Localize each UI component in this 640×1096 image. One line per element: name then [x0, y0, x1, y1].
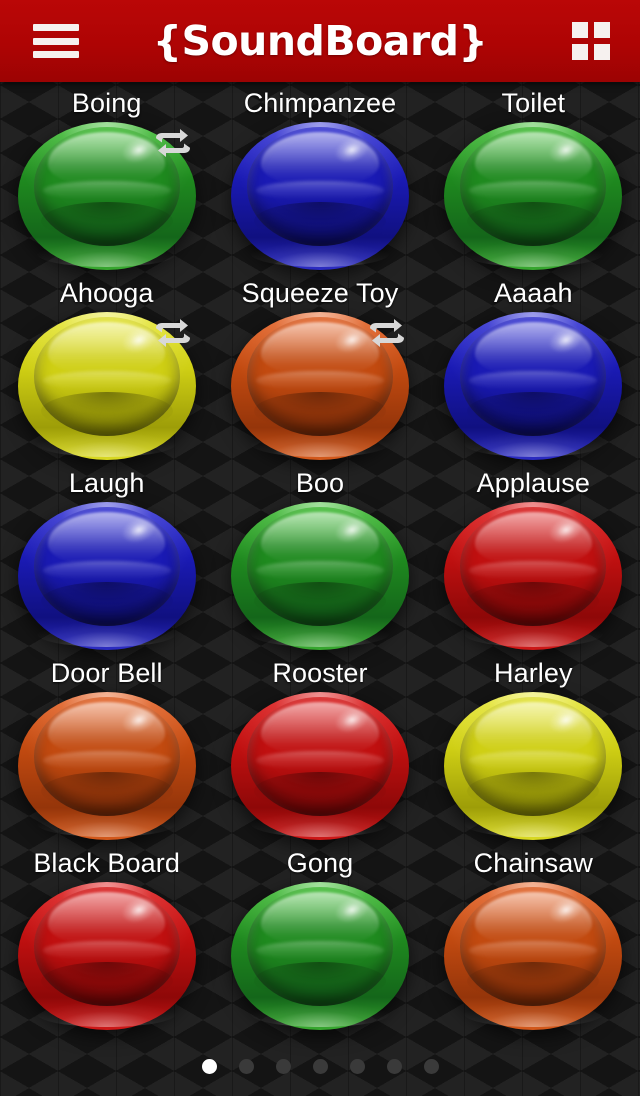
pad-shadow	[40, 581, 173, 621]
grid-square	[572, 22, 588, 38]
page-indicator	[0, 1059, 640, 1074]
sound-pad-cell: Aaaah	[427, 278, 640, 468]
soundboard-row: Boing Chimpanzee Toilet	[0, 88, 640, 278]
hamburger-bar	[33, 37, 79, 45]
sound-pad-cell: Rooster	[213, 658, 426, 848]
sound-pad-button[interactable]	[230, 502, 409, 650]
sound-pad-cell: Harley	[427, 658, 640, 848]
sound-pad-label: Black Board	[33, 848, 180, 878]
sound-pad-button[interactable]	[17, 502, 196, 650]
sound-pad-label: Harley	[494, 658, 573, 688]
sound-pad-button[interactable]	[230, 122, 409, 270]
hamburger-menu-icon[interactable]	[33, 24, 79, 58]
grid-square	[594, 22, 610, 38]
sound-pad-label: Chimpanzee	[243, 88, 397, 118]
pad-shadow	[254, 581, 386, 621]
sound-pad-cell: Laugh	[0, 468, 213, 658]
sound-pad-label: Squeeze Toy	[241, 278, 399, 308]
sound-pad-label: Chainsaw	[473, 848, 593, 878]
sound-pad-label: Gong	[286, 848, 354, 878]
pad-shadow	[254, 771, 386, 811]
sound-pad-button[interactable]	[444, 312, 623, 460]
soundboard-row: Door Bell Rooster Harley	[0, 658, 640, 848]
sound-pad-label: Aaaah	[494, 278, 573, 308]
repeat-loop-icon[interactable]	[155, 128, 191, 158]
sound-pad-label: Toilet	[501, 88, 566, 118]
repeat-loop-icon[interactable]	[155, 318, 191, 348]
sound-pad-label: Boo	[295, 468, 345, 498]
sound-pad-cell: Door Bell	[0, 658, 213, 848]
grid-square	[594, 44, 610, 60]
sound-pad-label: Door Bell	[50, 658, 163, 688]
page-dot[interactable]	[238, 1059, 254, 1074]
grid-square	[572, 44, 588, 60]
page-dot-active[interactable]	[201, 1059, 217, 1074]
grid-view-icon[interactable]	[572, 22, 610, 60]
pad-shadow	[40, 201, 173, 241]
sound-pad-button[interactable]	[444, 692, 623, 840]
page-dot[interactable]	[423, 1059, 439, 1074]
sound-pad-button[interactable]	[230, 692, 409, 840]
hamburger-bar	[33, 51, 79, 58]
sound-pad-cell: Applause	[427, 468, 640, 658]
page-dot[interactable]	[312, 1059, 328, 1074]
sound-pad-button[interactable]	[444, 122, 623, 270]
soundboard-row: Black Board Gong Chainsaw	[0, 848, 640, 1038]
pad-shadow	[254, 391, 386, 431]
soundboard-row: Ahooga Squeeze Toy Aaaah	[0, 278, 640, 468]
sound-pad-button[interactable]	[230, 882, 409, 1030]
pad-shadow	[40, 391, 173, 431]
soundboard-app: {SoundBoard} Boing Chimpanzee Toilet Ahooga…	[0, 0, 640, 1096]
sound-pad-label: Laugh	[68, 468, 145, 498]
sound-pad-button[interactable]	[444, 502, 623, 650]
sound-pad-label: Rooster	[272, 658, 368, 688]
sound-pad-cell: Squeeze Toy	[213, 278, 426, 468]
page-dot[interactable]	[275, 1059, 291, 1074]
repeat-loop-icon[interactable]	[369, 318, 405, 348]
pad-shadow	[254, 961, 386, 1001]
page-dot[interactable]	[349, 1059, 365, 1074]
sound-pad-cell: Toilet	[427, 88, 640, 278]
pad-shadow	[40, 771, 173, 811]
sound-pad-button[interactable]	[17, 692, 196, 840]
sound-pad-cell: Boing	[0, 88, 213, 278]
hamburger-bar	[33, 24, 79, 31]
sound-pad-button[interactable]	[17, 882, 196, 1030]
sound-pad-cell: Chainsaw	[427, 848, 640, 1038]
app-header: {SoundBoard}	[0, 0, 640, 82]
sound-pad-cell: Black Board	[0, 848, 213, 1038]
page-dot[interactable]	[386, 1059, 402, 1074]
soundboard-row: Laugh Boo Applause	[0, 468, 640, 658]
sound-pad-label: Boing	[71, 88, 142, 118]
sound-pad-label: Applause	[476, 468, 591, 498]
sound-pad-cell: Ahooga	[0, 278, 213, 468]
pad-shadow	[40, 961, 173, 1001]
sound-pad-cell: Boo	[213, 468, 426, 658]
sound-pad-button[interactable]	[444, 882, 623, 1030]
pad-shadow	[254, 201, 386, 241]
soundboard-grid: Boing Chimpanzee Toilet Ahooga Squeeze Toy Aa…	[0, 82, 640, 1038]
sound-pad-label: Ahooga	[59, 278, 154, 308]
sound-pad-cell: Chimpanzee	[213, 88, 426, 278]
sound-pad-cell: Gong	[213, 848, 426, 1038]
page-title: {SoundBoard}	[152, 17, 488, 65]
